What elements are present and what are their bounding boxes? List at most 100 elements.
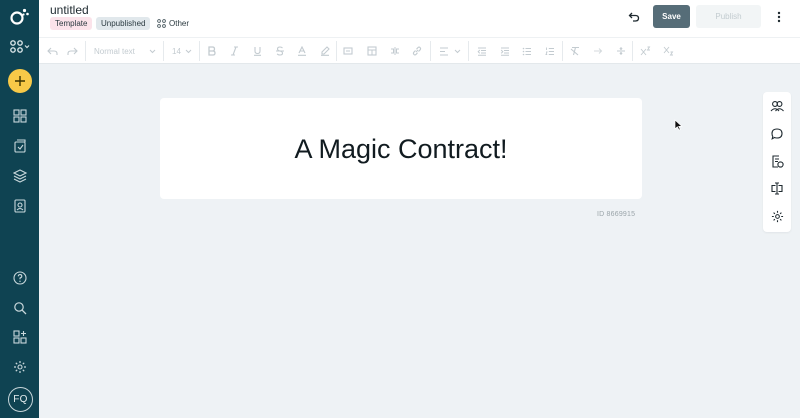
kebab-menu-icon	[777, 11, 781, 23]
user-initials: FQ	[13, 394, 28, 405]
variables-button[interactable]	[768, 179, 786, 197]
text-style-value: Normal text	[94, 46, 135, 56]
outdent-button[interactable]	[476, 43, 488, 59]
nav-documents[interactable]	[0, 134, 39, 158]
numbered-list-icon	[545, 47, 554, 55]
insert-table-button[interactable]	[366, 43, 378, 59]
indent-button[interactable]	[499, 43, 511, 59]
redo-icon	[66, 47, 78, 55]
documents-icon	[13, 139, 26, 153]
nav-search[interactable]	[0, 296, 39, 320]
subscript-icon	[663, 46, 673, 56]
more-options-button[interactable]	[773, 8, 785, 26]
toolbar-divider	[430, 41, 431, 61]
undo-icon	[46, 47, 58, 55]
undo-button[interactable]	[45, 43, 59, 59]
document-details-button[interactable]	[768, 152, 786, 170]
nav-templates[interactable]	[0, 164, 39, 188]
left-rail: FQ	[0, 0, 39, 418]
settings-gear-icon	[771, 210, 783, 222]
text-field-icon	[771, 181, 783, 195]
nav-contacts[interactable]	[0, 194, 39, 218]
text-color-icon	[298, 46, 306, 56]
document-settings-button[interactable]	[768, 207, 786, 225]
bullet-list-button[interactable]	[521, 43, 533, 59]
clear-formatting-button[interactable]	[569, 43, 581, 59]
subscript-button[interactable]	[662, 43, 674, 59]
save-button[interactable]: Save	[653, 5, 690, 28]
merge-icon	[594, 48, 603, 54]
help-icon	[12, 271, 27, 285]
editor-header: untitled Template Unpublished Other Save…	[39, 0, 800, 37]
add-apps-icon	[12, 330, 27, 344]
nav-settings[interactable]	[0, 355, 39, 379]
superscript-icon	[640, 46, 650, 56]
text-color-button[interactable]	[296, 43, 308, 59]
italic-button[interactable]	[228, 43, 240, 59]
toolbar-divider	[163, 41, 164, 61]
split-icon	[391, 47, 399, 55]
comments-button[interactable]	[768, 125, 786, 143]
chevron-down-icon	[454, 49, 461, 53]
highlight-button[interactable]	[319, 43, 331, 59]
numbered-list-button[interactable]	[544, 43, 556, 59]
category-icon	[157, 19, 166, 28]
other-tag-label: Other	[169, 19, 190, 28]
underline-button[interactable]	[251, 43, 263, 59]
table-icon	[367, 46, 377, 56]
logo-icon	[9, 8, 29, 25]
insert-field-button[interactable]	[342, 43, 354, 59]
link-icon	[412, 46, 422, 56]
toolbar-divider	[85, 41, 86, 61]
app-logo[interactable]	[0, 4, 39, 28]
user-avatar[interactable]: FQ	[8, 387, 33, 412]
document-info-icon	[771, 154, 784, 168]
document-id: ID 8669915	[597, 211, 636, 218]
nav-integrations[interactable]	[0, 325, 39, 349]
document-title[interactable]: untitled	[50, 3, 89, 17]
superscript-button[interactable]	[639, 43, 651, 59]
page-break-button[interactable]	[615, 43, 627, 59]
undo-arrow-icon	[628, 12, 640, 22]
highlighter-icon	[321, 46, 330, 56]
split-button[interactable]	[389, 43, 401, 59]
text-style-select[interactable]: Normal text	[94, 43, 156, 59]
status-badge: Unpublished	[96, 17, 151, 30]
chevron-down-icon	[185, 49, 192, 53]
field-icon	[343, 47, 353, 55]
chevron-down-icon	[149, 49, 156, 53]
mouse-cursor-icon	[674, 119, 683, 131]
bold-icon	[207, 46, 216, 56]
align-select[interactable]	[439, 43, 461, 59]
bold-button[interactable]	[205, 43, 217, 59]
nav-help[interactable]	[0, 266, 39, 290]
layers-icon	[12, 169, 27, 183]
font-size-value: 14	[172, 46, 181, 56]
create-new-button[interactable]	[8, 69, 32, 93]
font-size-select[interactable]: 14	[172, 43, 192, 59]
undo-history-button[interactable]	[625, 8, 643, 26]
toolbar-divider	[199, 41, 200, 61]
indent-icon	[500, 47, 509, 56]
document-heading[interactable]: A Magic Contract!	[160, 134, 642, 165]
outdent-icon	[477, 47, 486, 56]
formatting-toolbar: Normal text 14	[39, 37, 800, 64]
gear-icon	[13, 361, 26, 373]
clear-format-icon	[570, 46, 579, 56]
toolbar-divider	[336, 41, 337, 61]
publish-button[interactable]: Publish	[696, 5, 761, 28]
document-page[interactable]: A Magic Contract!	[160, 98, 642, 199]
other-tag[interactable]: Other	[157, 17, 189, 30]
plus-icon	[15, 76, 25, 86]
link-button[interactable]	[411, 43, 423, 59]
participants-button[interactable]	[768, 97, 786, 115]
toolbar-divider	[468, 41, 469, 61]
strikethrough-button[interactable]	[274, 43, 286, 59]
workspace-switcher[interactable]	[0, 35, 39, 59]
align-left-icon	[440, 46, 448, 56]
redo-button[interactable]	[65, 43, 79, 59]
nav-dashboard[interactable]	[0, 104, 39, 128]
underline-icon	[253, 47, 261, 56]
merge-button[interactable]	[592, 43, 604, 59]
toolbar-divider	[562, 41, 563, 61]
